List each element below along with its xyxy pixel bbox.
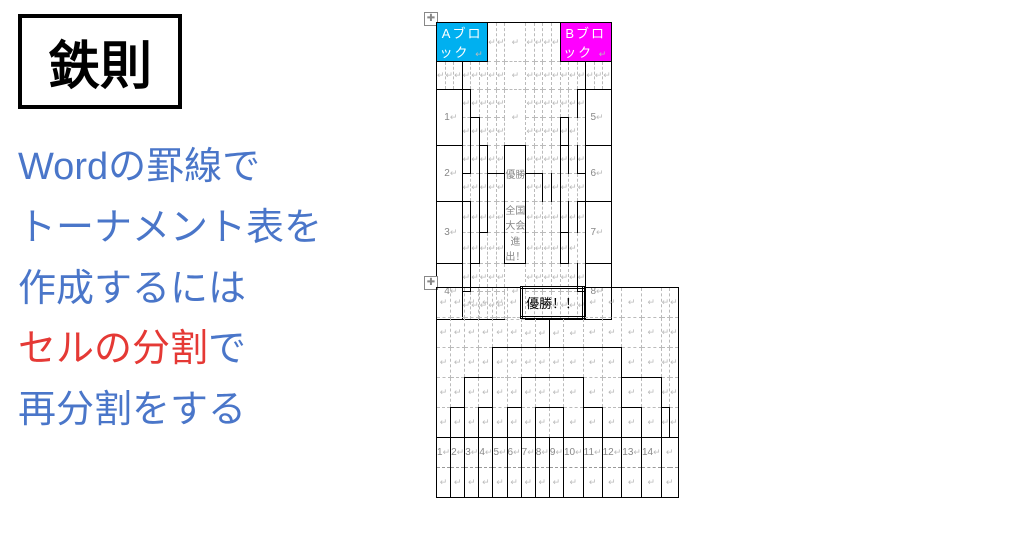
team-num-cell: 5: [493, 438, 507, 468]
team-num-cell: 11: [583, 438, 602, 468]
desc-line-3: 作成するには: [18, 259, 418, 320]
cell: [534, 23, 543, 62]
team-num-cell: 3: [465, 438, 479, 468]
top-tournament-table: Aブロック Bブロック 1 5: [436, 22, 612, 320]
team-num-cell: [661, 438, 678, 468]
team-num-cell: 6: [507, 438, 521, 468]
block-b-header: Bブロック: [560, 23, 611, 62]
winner-sub2: 進出！: [505, 233, 526, 264]
winner-cell: 優勝！！: [521, 288, 583, 318]
cell: [543, 23, 552, 62]
table-row: [437, 408, 679, 438]
team-cell: 6: [586, 146, 612, 202]
team-cell: 7: [586, 202, 612, 264]
team-num-cell: 7: [521, 438, 535, 468]
team-num-cell: 13: [622, 438, 642, 468]
cell: [526, 23, 535, 62]
team-num-cell: 8: [535, 438, 549, 468]
table-row: [437, 348, 679, 378]
rule-heading: 鉄則: [18, 14, 182, 109]
table-row: 2 優勝 6: [437, 146, 612, 174]
bottom-tournament-table: 優勝！！: [436, 286, 679, 498]
cell: [496, 23, 505, 62]
table-row: 優勝！！: [437, 288, 679, 318]
table-row: 1 5: [437, 90, 612, 118]
team-cell: 2: [437, 146, 463, 202]
desc-line-2: トーナメント表を: [18, 198, 418, 259]
desc-line-4-highlight: セルの分割: [18, 328, 208, 370]
cell: [552, 23, 561, 62]
team-num-cell: 4: [479, 438, 493, 468]
team-num-cell: 1: [437, 438, 451, 468]
table-row: 1 2 3 4 5 6 7 8 9 10 11 12 13 14: [437, 438, 679, 468]
table-row: [437, 468, 679, 498]
description: Wordの罫線で トーナメント表を 作成するには セルの分割で 再分割をする: [18, 137, 418, 441]
team-cell: 5: [586, 90, 612, 146]
table-row: [437, 62, 612, 90]
cell: [488, 23, 497, 62]
block-a-header: Aブロック: [437, 23, 488, 62]
desc-line-5: 再分割をする: [18, 380, 418, 441]
cell: [505, 23, 526, 62]
team-cell: 3: [437, 202, 463, 264]
table-row: 3 全国大会 7: [437, 202, 612, 233]
winner-cell: 優勝: [505, 146, 526, 202]
winner-sub1: 全国大会: [505, 202, 526, 233]
table-row: [437, 378, 679, 408]
team-num-cell: 12: [602, 438, 622, 468]
team-num-cell: 2: [451, 438, 465, 468]
team-num-cell: 9: [549, 438, 563, 468]
team-num-cell: 10: [563, 438, 583, 468]
table-row: [437, 318, 679, 348]
desc-line-1: Wordの罫線で: [18, 137, 418, 198]
table-row: Aブロック Bブロック: [437, 23, 612, 62]
team-num-cell: 14: [641, 438, 661, 468]
team-cell: 1: [437, 90, 463, 146]
desc-line-4-rest: で: [208, 328, 246, 370]
